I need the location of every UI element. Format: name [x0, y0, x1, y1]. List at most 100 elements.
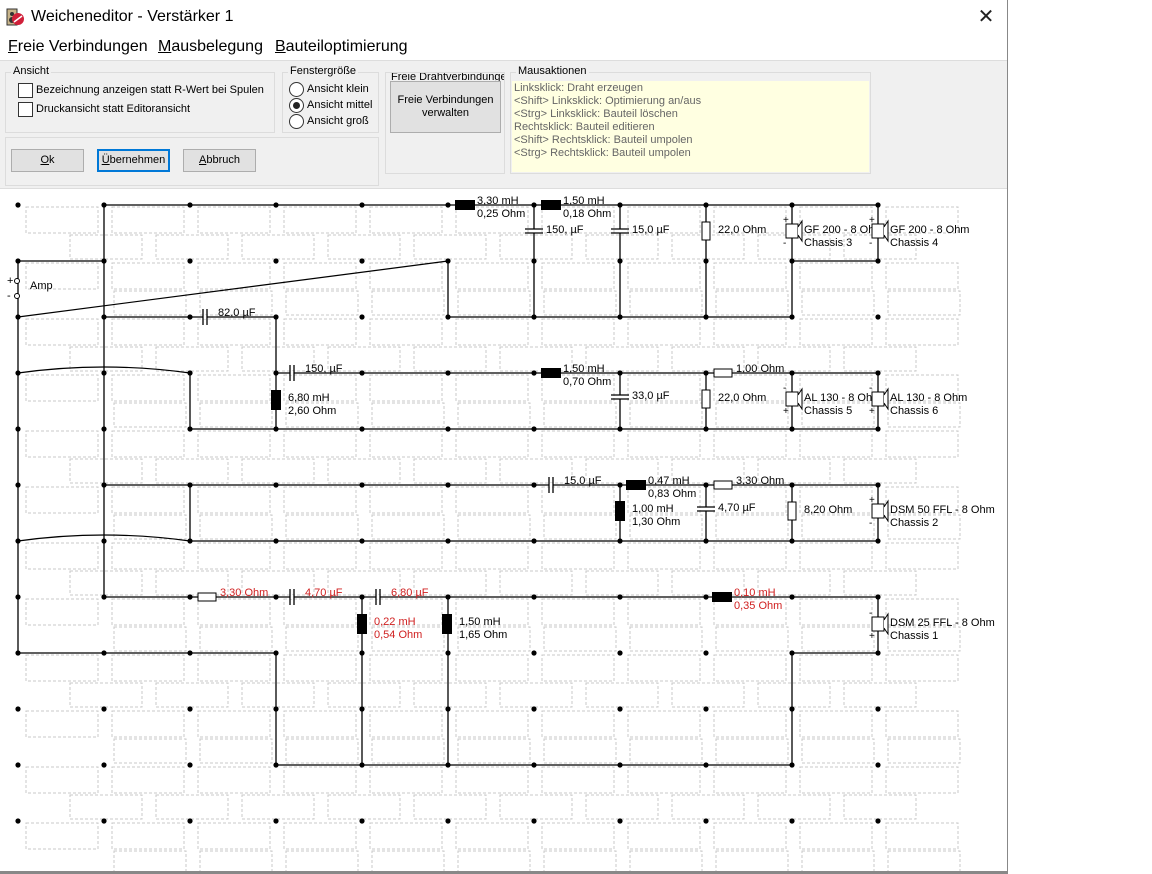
grid-node[interactable]	[273, 426, 279, 432]
grid-node[interactable]	[187, 762, 193, 768]
capacitor-component[interactable]: 4,70 µF	[289, 587, 343, 605]
grid-node[interactable]	[359, 650, 365, 656]
grid-node[interactable]	[187, 202, 193, 208]
grid-node[interactable]	[187, 370, 193, 376]
inductor-component[interactable]: 0,47 mH0,83 Ohm	[626, 475, 696, 500]
inductor-component[interactable]: 1,00 mH1,30 Ohm	[615, 501, 680, 528]
grid-node[interactable]	[359, 762, 365, 768]
grid-node[interactable]	[359, 258, 365, 264]
grid-node[interactable]	[875, 706, 881, 712]
grid-node[interactable]	[359, 538, 365, 544]
grid-node[interactable]	[15, 426, 21, 432]
grid-node[interactable]	[445, 482, 451, 488]
speaker-component[interactable]: - + AL 130 - 8 OhmChassis 6	[869, 383, 967, 417]
grid-node[interactable]	[703, 426, 709, 432]
grid-node[interactable]	[15, 258, 21, 264]
grid-node[interactable]	[273, 482, 279, 488]
grid-node[interactable]	[15, 538, 21, 544]
grid-node[interactable]	[703, 594, 709, 600]
grid-node[interactable]	[445, 314, 451, 320]
grid-node[interactable]	[273, 258, 279, 264]
grid-node[interactable]	[531, 482, 537, 488]
grid-node[interactable]	[359, 482, 365, 488]
speaker-component[interactable]: -+AL 130 - 8 OhmChassis 5	[783, 383, 881, 417]
grid-node[interactable]	[445, 202, 451, 208]
speaker-component[interactable]: + - GF 200 - 8 OhmChassis 4	[869, 215, 969, 249]
grid-node[interactable]	[531, 370, 537, 376]
grid-node[interactable]	[15, 818, 21, 824]
grid-node[interactable]	[273, 538, 279, 544]
grid-node[interactable]	[187, 258, 193, 264]
resistor-component[interactable]: 22,0 Ohm	[701, 221, 766, 241]
grid-node[interactable]	[789, 706, 795, 712]
bezeichnung-checkbox[interactable]	[18, 83, 33, 98]
grid-node[interactable]	[15, 594, 21, 600]
inductor-component[interactable]: 0,22 mH0,54 Ohm	[357, 614, 422, 641]
grid-node[interactable]	[445, 650, 451, 656]
grid-node[interactable]	[617, 706, 623, 712]
grid-node[interactable]	[445, 594, 451, 600]
grid-node[interactable]	[703, 538, 709, 544]
grid-node[interactable]	[703, 706, 709, 712]
grid-node[interactable]	[15, 314, 21, 320]
grid-node[interactable]	[617, 650, 623, 656]
grid-node[interactable]	[359, 818, 365, 824]
apply-button[interactable]: Übernehmen	[97, 149, 170, 172]
grid-node[interactable]	[703, 202, 709, 208]
grid-node[interactable]	[101, 426, 107, 432]
druckansicht-checkbox[interactable]	[18, 102, 33, 117]
grid-node[interactable]	[359, 314, 365, 320]
grid-node[interactable]	[703, 258, 709, 264]
resistor-component[interactable]: 3,30 Ohm	[197, 587, 268, 602]
capacitor-component[interactable]: 6,80 µF	[375, 587, 429, 605]
grid-node[interactable]	[359, 706, 365, 712]
amp-plus-terminal[interactable]	[14, 278, 20, 284]
freie-verbindungen-verwalten-button[interactable]: Freie Verbindungen verwalten	[390, 81, 501, 133]
capacitor-component[interactable]: 150, µF	[289, 363, 343, 381]
menu-freie-verbindungen[interactable]: Freie Verbindungen	[8, 38, 148, 56]
grid-node[interactable]	[875, 314, 881, 320]
radio-ansicht-mittel[interactable]	[289, 98, 304, 113]
grid-node[interactable]	[617, 258, 623, 264]
grid-node[interactable]	[187, 650, 193, 656]
grid-node[interactable]	[273, 762, 279, 768]
capacitor-component[interactable]: 82,0 µF	[202, 307, 256, 325]
grid-node[interactable]	[101, 370, 107, 376]
circuit-canvas[interactable]: 3,30 mH0,25 Ohm1,50 mH0,18 Ohm150, µF 15,…	[0, 189, 1007, 871]
grid-node[interactable]	[875, 370, 881, 376]
grid-node[interactable]	[531, 202, 537, 208]
resistor-component[interactable]: 8,20 Ohm	[787, 501, 852, 521]
grid-node[interactable]	[359, 426, 365, 432]
grid-node[interactable]	[617, 762, 623, 768]
grid-node[interactable]	[273, 706, 279, 712]
grid-node[interactable]	[703, 370, 709, 376]
cancel-button[interactable]: Abbruch	[183, 149, 256, 172]
grid-node[interactable]	[359, 370, 365, 376]
grid-node[interactable]	[789, 258, 795, 264]
grid-node[interactable]	[273, 594, 279, 600]
grid-node[interactable]	[101, 762, 107, 768]
grid-node[interactable]	[101, 202, 107, 208]
grid-node[interactable]	[101, 594, 107, 600]
grid-node[interactable]	[789, 762, 795, 768]
grid-node[interactable]	[617, 370, 623, 376]
grid-node[interactable]	[703, 762, 709, 768]
grid-node[interactable]	[875, 482, 881, 488]
grid-node[interactable]	[187, 538, 193, 544]
grid-node[interactable]	[789, 650, 795, 656]
grid-node[interactable]	[445, 706, 451, 712]
grid-node[interactable]	[359, 594, 365, 600]
grid-node[interactable]	[789, 202, 795, 208]
grid-node[interactable]	[703, 818, 709, 824]
speaker-component[interactable]: + - DSM 50 FFL - 8 OhmChassis 2	[869, 495, 995, 529]
grid-node[interactable]	[273, 202, 279, 208]
grid-node[interactable]	[531, 818, 537, 824]
grid-node[interactable]	[187, 314, 193, 320]
inductor-component[interactable]: 6,80 mH2,60 Ohm	[271, 390, 336, 417]
grid-node[interactable]	[875, 818, 881, 824]
inductor-component[interactable]: 1,50 mH0,70 Ohm	[541, 363, 611, 388]
radio-ansicht-gross[interactable]	[289, 114, 304, 129]
grid-node[interactable]	[101, 482, 107, 488]
grid-node[interactable]	[617, 426, 623, 432]
inductor-component[interactable]: 1,50 mH1,65 Ohm	[442, 614, 507, 641]
